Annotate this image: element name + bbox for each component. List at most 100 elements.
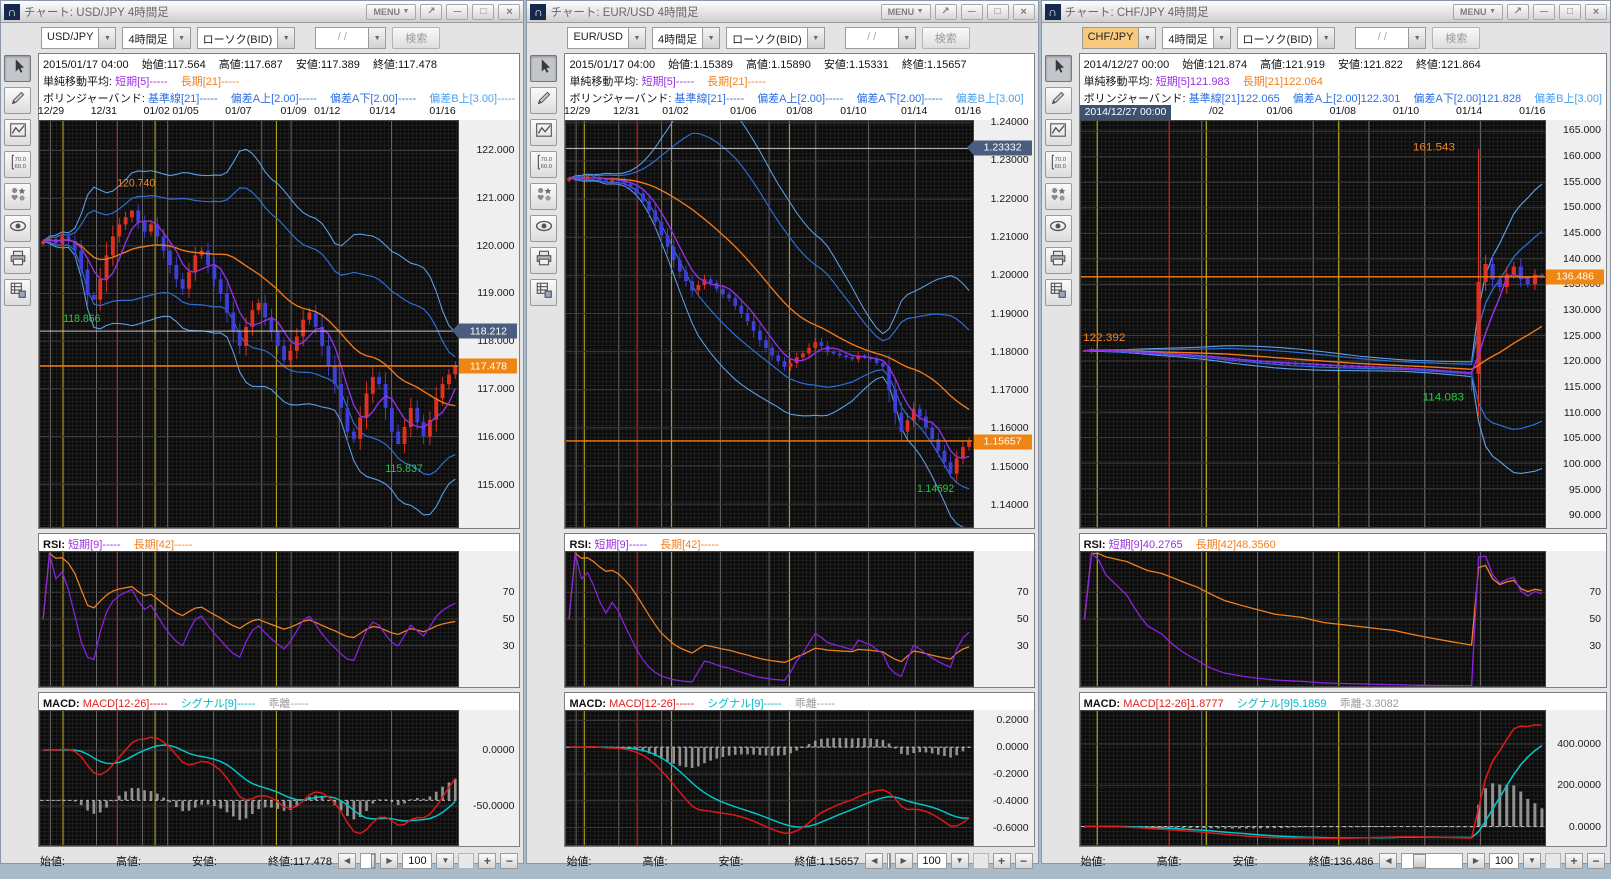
scroll-right-button[interactable]: ▶ (380, 853, 398, 869)
chart-type-select[interactable]: ローソク(BID) ▼ (1237, 27, 1336, 49)
price-axis[interactable]: 1.240001.230001.220001.210001.200001.190… (974, 120, 1034, 528)
titlebar[interactable]: ∩ チャート: USD/JPY 4時間足 MENU ▼ ↗ — □ × (1, 1, 523, 23)
zoom-out-button[interactable]: − (1015, 853, 1033, 869)
rsi-chart-canvas[interactable] (40, 552, 458, 686)
chevron-down-icon[interactable]: ▼ (98, 28, 115, 48)
scroll-right-button[interactable]: ▶ (1467, 853, 1485, 869)
main-chart-canvas[interactable]: 120.740118.866115.837 (40, 121, 458, 527)
visibility-tool-button[interactable] (530, 215, 557, 242)
stamp-tool-button[interactable] (4, 183, 31, 210)
zoom-in-button[interactable]: + (993, 853, 1011, 869)
minimize-button[interactable]: — (1533, 4, 1555, 20)
search-button[interactable]: 検索 (1432, 27, 1480, 49)
chart-type-select[interactable]: ローソク(BID) ▼ (197, 27, 296, 49)
chevron-down-icon[interactable]: ▼ (628, 28, 645, 48)
detach-button[interactable]: ↗ (1507, 4, 1529, 20)
cursor-tool-button[interactable] (4, 55, 31, 82)
menu-button[interactable]: MENU ▼ (1453, 4, 1503, 20)
zoom-in-button[interactable]: + (478, 853, 496, 869)
macd-chart-canvas[interactable] (566, 711, 972, 845)
pair-select[interactable]: CHF/JPY ▼ (1082, 27, 1157, 49)
rsi-chart-canvas[interactable] (566, 552, 972, 686)
indicator-tool-button[interactable] (530, 119, 557, 146)
maximize-button[interactable]: □ (987, 4, 1009, 20)
chevron-down-icon[interactable]: ▼ (1317, 28, 1334, 48)
scrollbar-thumb[interactable] (1413, 854, 1426, 868)
scale-tool-button[interactable]: 70.060.0 (1045, 151, 1072, 178)
zoom-dropdown-button[interactable]: ▼ (1523, 853, 1541, 869)
chevron-down-icon[interactable]: ▼ (277, 28, 294, 48)
timeframe-select[interactable]: 4時間足 ▼ (652, 27, 720, 49)
chart-scrollbar[interactable] (360, 853, 376, 869)
scale-tool-button[interactable]: 70.060.0 (4, 151, 31, 178)
scale-tool-button[interactable]: 70.060.0 (530, 151, 557, 178)
price-axis[interactable]: 165.000160.000155.000150.000145.000140.0… (1546, 120, 1606, 528)
print-tool-button[interactable] (530, 247, 557, 274)
chevron-down-icon[interactable]: ▼ (702, 28, 719, 48)
zoom-dropdown-button[interactable]: ▼ (436, 853, 454, 869)
date-input[interactable]: / / ▼ (315, 27, 386, 49)
chart-type-select[interactable]: ローソク(BID) ▼ (726, 27, 825, 49)
chevron-down-icon[interactable]: ▼ (368, 28, 385, 48)
pair-select[interactable]: EUR/USD ▼ (567, 27, 646, 49)
chevron-down-icon[interactable]: ▼ (807, 28, 824, 48)
close-button[interactable]: × (498, 4, 520, 20)
cursor-tool-button[interactable] (530, 55, 557, 82)
export-tool-button[interactable] (530, 279, 557, 306)
pair-select[interactable]: USD/JPY ▼ (41, 27, 116, 49)
chevron-down-icon[interactable]: ▼ (173, 28, 190, 48)
scroll-left-button[interactable]: ◀ (1379, 853, 1397, 869)
main-chart-canvas[interactable]: 122.392161.543114.083 (1081, 121, 1545, 527)
visibility-tool-button[interactable] (1045, 215, 1072, 242)
close-button[interactable]: × (1013, 4, 1035, 20)
menu-button[interactable]: MENU ▼ (881, 4, 931, 20)
price-axis[interactable]: 122.000121.000120.000119.000118.000117.0… (459, 120, 519, 528)
export-tool-button[interactable] (4, 279, 31, 306)
macd-chart-canvas[interactable] (40, 711, 458, 845)
zoom-out-button[interactable]: − (500, 853, 518, 869)
zoom-dropdown-button[interactable]: ▼ (951, 853, 969, 869)
close-button[interactable]: × (1585, 4, 1607, 20)
scrollbar-thumb[interactable] (371, 854, 374, 868)
chevron-down-icon[interactable]: ▼ (898, 28, 915, 48)
cursor-tool-button[interactable] (1045, 55, 1072, 82)
print-tool-button[interactable] (4, 247, 31, 274)
zoom-out-button[interactable]: − (1587, 853, 1605, 869)
minimize-button[interactable]: — (961, 4, 983, 20)
date-input[interactable]: / / ▼ (1355, 27, 1426, 49)
scrollbar-thumb[interactable] (889, 854, 891, 868)
main-chart-canvas[interactable]: 1.14692 (566, 121, 972, 527)
maximize-button[interactable]: □ (472, 4, 494, 20)
draw-tool-button[interactable] (4, 87, 31, 114)
titlebar[interactable]: ∩ チャート: EUR/USD 4時間足 MENU ▼ ↗ — □ × (527, 1, 1037, 23)
export-tool-button[interactable] (1045, 279, 1072, 306)
detach-button[interactable]: ↗ (420, 4, 442, 20)
scroll-left-button[interactable]: ◀ (338, 853, 356, 869)
stamp-tool-button[interactable] (1045, 183, 1072, 210)
draw-tool-button[interactable] (530, 87, 557, 114)
indicator-tool-button[interactable] (1045, 119, 1072, 146)
rsi-chart-canvas[interactable] (1081, 552, 1545, 686)
search-button[interactable]: 検索 (392, 27, 440, 49)
stamp-tool-button[interactable] (530, 183, 557, 210)
menu-button[interactable]: MENU ▼ (366, 4, 416, 20)
timeframe-select[interactable]: 4時間足 ▼ (1162, 27, 1230, 49)
maximize-button[interactable]: □ (1559, 4, 1581, 20)
detach-button[interactable]: ↗ (935, 4, 957, 20)
minimize-button[interactable]: — (446, 4, 468, 20)
draw-tool-button[interactable] (1045, 87, 1072, 114)
chart-scrollbar[interactable] (1401, 853, 1463, 869)
search-button[interactable]: 検索 (922, 27, 970, 49)
chart-scrollbar[interactable] (887, 853, 890, 869)
visibility-tool-button[interactable] (4, 215, 31, 242)
macd-chart-canvas[interactable] (1081, 711, 1545, 845)
chevron-down-icon[interactable]: ▼ (1213, 28, 1230, 48)
chevron-down-icon[interactable]: ▼ (1138, 28, 1155, 48)
titlebar[interactable]: ∩ チャート: CHF/JPY 4時間足 MENU ▼ ↗ — □ × (1042, 1, 1610, 23)
scroll-left-button[interactable]: ◀ (865, 853, 883, 869)
chevron-down-icon[interactable]: ▼ (1408, 28, 1425, 48)
timeframe-select[interactable]: 4時間足 ▼ (122, 27, 190, 49)
indicator-tool-button[interactable] (4, 119, 31, 146)
zoom-in-button[interactable]: + (1565, 853, 1583, 869)
print-tool-button[interactable] (1045, 247, 1072, 274)
